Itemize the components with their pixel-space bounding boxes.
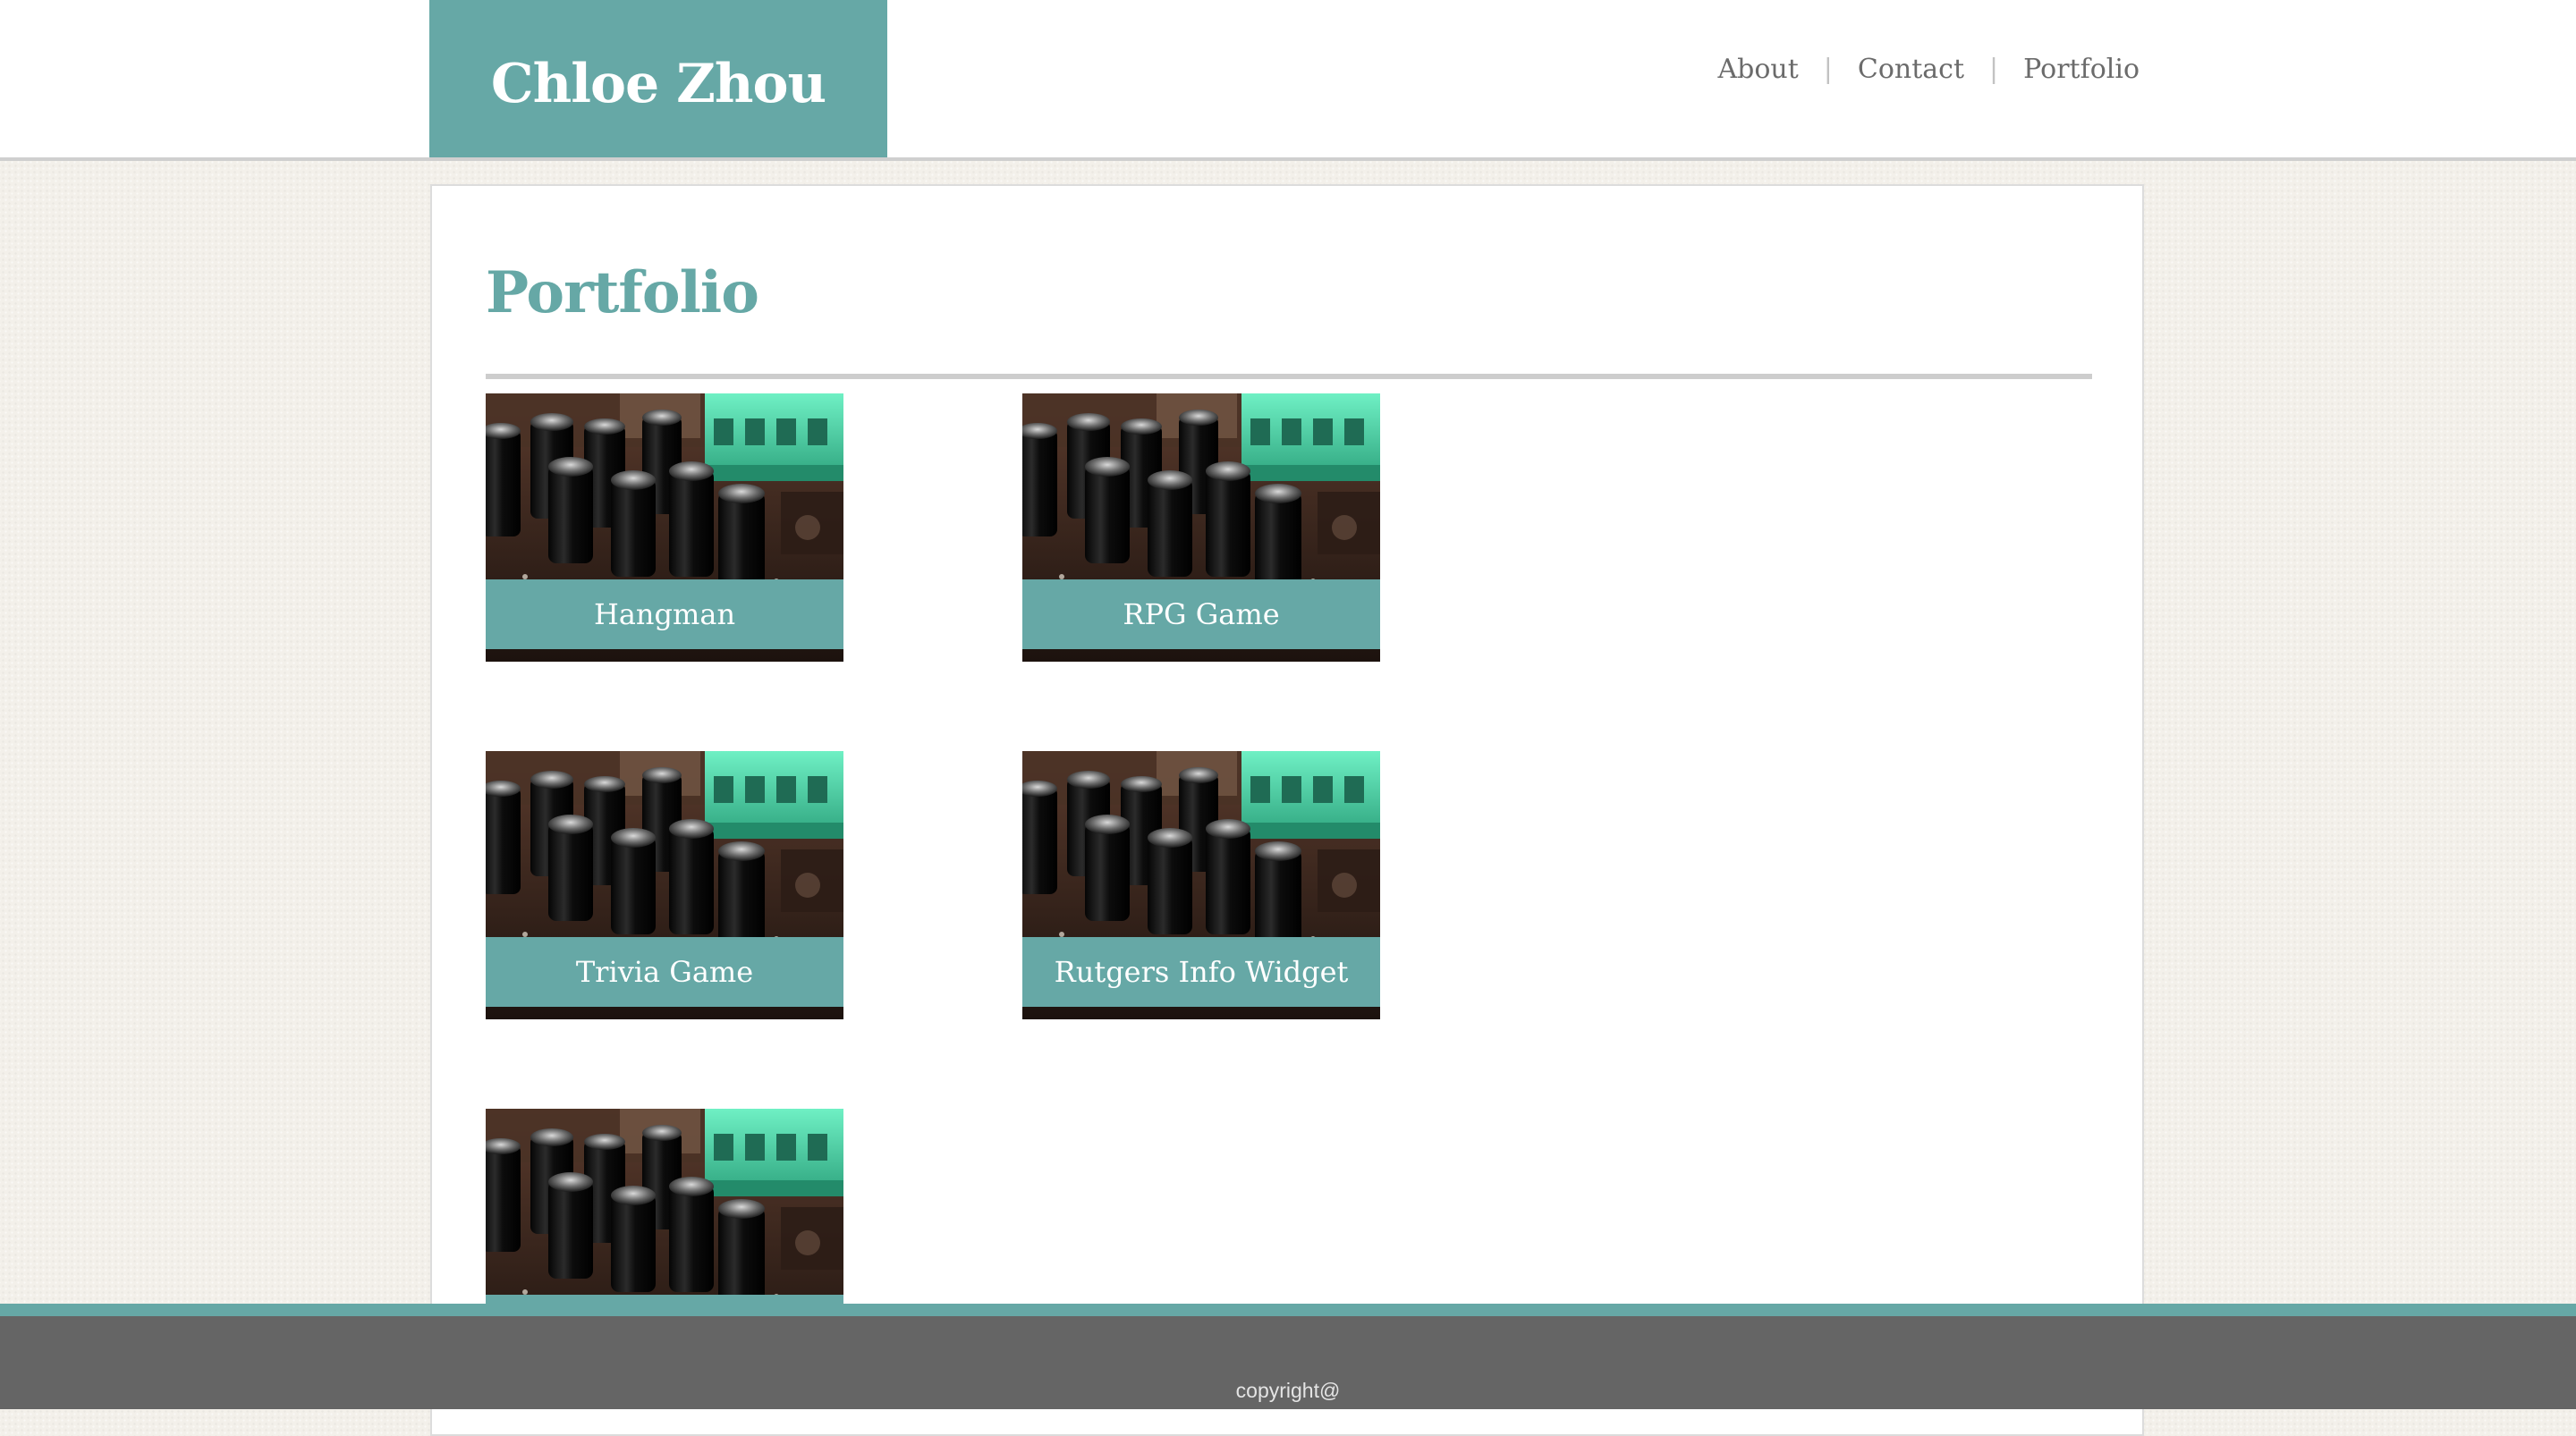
project-card-trivia-game[interactable]: Trivia Game bbox=[486, 751, 843, 1019]
nav-link-about[interactable]: About bbox=[1717, 54, 1798, 85]
page-title: Portfolio bbox=[486, 259, 759, 326]
project-card-label[interactable]: RPG Game bbox=[1022, 579, 1380, 649]
title-divider bbox=[486, 374, 2092, 379]
copyright-text: copyright@ bbox=[1235, 1379, 1341, 1402]
nav-link-contact[interactable]: Contact bbox=[1858, 54, 1964, 85]
nav-separator: | bbox=[1823, 54, 1833, 85]
portfolio-panel: Portfolio Hangman RPG Game Trivia Game R… bbox=[430, 184, 2144, 1436]
project-card-rpg-game[interactable]: RPG Game bbox=[1022, 393, 1380, 662]
main-nav: About | Contact | Portfolio bbox=[1717, 54, 2140, 85]
site-header: Chloe Zhou About | Contact | Portfolio bbox=[0, 0, 2576, 161]
project-card-label[interactable]: Trivia Game bbox=[486, 937, 843, 1007]
site-footer: copyright@ bbox=[0, 1316, 2576, 1409]
nav-separator: | bbox=[1989, 54, 1999, 85]
brand-name[interactable]: Chloe Zhou bbox=[491, 53, 826, 115]
project-card-label[interactable]: Hangman bbox=[486, 579, 843, 649]
brand-block[interactable]: Chloe Zhou bbox=[429, 0, 887, 157]
nav-link-portfolio[interactable]: Portfolio bbox=[2023, 54, 2140, 85]
project-card-hangman[interactable]: Hangman bbox=[486, 393, 843, 662]
footer-accent-bar bbox=[0, 1304, 2576, 1316]
project-card-label[interactable]: Rutgers Info Widget bbox=[1022, 937, 1380, 1007]
project-card-rutgers-info-widget[interactable]: Rutgers Info Widget bbox=[1022, 751, 1380, 1019]
